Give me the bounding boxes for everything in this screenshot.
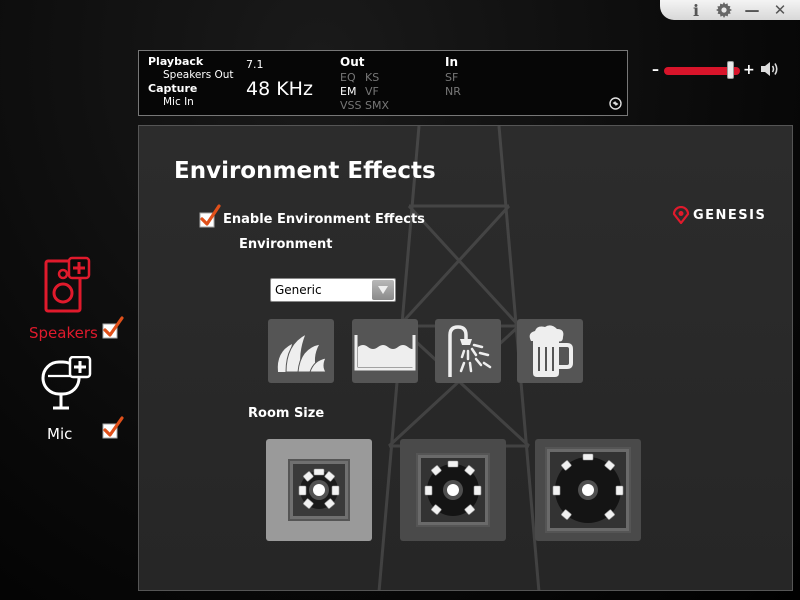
room-size-small-button[interactable] (266, 439, 372, 541)
gear-icon (716, 2, 732, 18)
capture-device: Mic In (163, 96, 194, 108)
channels-value: 7.1 (246, 58, 264, 71)
room-small-icon (288, 459, 350, 521)
water-icon (354, 335, 416, 371)
preset-opera-house-button[interactable] (268, 319, 334, 383)
speaker-volume-icon[interactable] (760, 60, 780, 78)
shower-icon (448, 325, 492, 377)
environment-select[interactable]: Generic (270, 278, 396, 302)
environment-select-value: Generic (275, 283, 322, 297)
room-large-icon (545, 447, 631, 533)
chevron-down-icon[interactable] (372, 280, 394, 300)
out-flag-vss: VSS (340, 99, 362, 112)
in-flag-sf: SF (445, 71, 459, 84)
room-size-large-button[interactable] (535, 439, 641, 541)
sidebar-mic-label: Mic (47, 425, 73, 443)
playback-device: Speakers Out (163, 69, 234, 81)
main-panel: Environment Effects Enable Environment E… (138, 125, 793, 591)
sidebar-speakers-label: Speakers (29, 324, 98, 342)
preset-water-button[interactable] (352, 319, 418, 383)
app-window: i — ✕ Playback Speakers Out Capture Mic … (0, 0, 800, 600)
volume-up-label[interactable]: + (743, 62, 755, 78)
preset-beer-mug-button[interactable] (517, 319, 583, 383)
settings-button[interactable] (713, 1, 735, 19)
room-size-medium-button[interactable] (400, 439, 506, 541)
out-header: Out (340, 55, 365, 69)
brand-logo: GENESIS (672, 206, 766, 224)
out-flag-eq: EQ (340, 71, 356, 84)
capture-label: Capture (148, 82, 198, 95)
volume-down-label[interactable]: – (652, 62, 659, 78)
minimize-icon: — (744, 1, 760, 19)
in-header: In (445, 55, 459, 69)
close-button[interactable]: ✕ (769, 1, 791, 19)
volume-slider-handle[interactable] (727, 61, 734, 79)
environment-label: Environment (239, 237, 333, 252)
opera-house-icon (277, 332, 327, 373)
close-icon: ✕ (773, 1, 787, 19)
sample-rate-value: 48 KHz (246, 78, 313, 100)
out-flag-em: EM (340, 85, 357, 98)
out-flag-smx: SMX (365, 99, 390, 112)
mic-checkbox[interactable] (102, 416, 124, 440)
out-flag-vf: VF (365, 85, 379, 98)
page-title: Environment Effects (174, 158, 436, 184)
speaker-device-icon (44, 256, 91, 313)
speakers-checkbox[interactable] (102, 316, 124, 340)
in-flag-nr: NR (445, 85, 461, 98)
out-flag-ks: KS (365, 71, 380, 84)
beer-mug-icon (529, 325, 573, 377)
status-panel: Playback Speakers Out Capture Mic In 7.1… (138, 50, 628, 116)
minimize-button[interactable]: — (741, 1, 763, 19)
brand-name: GENESIS (693, 207, 767, 223)
window-controls: i — ✕ (660, 0, 800, 20)
room-medium-icon (416, 453, 490, 527)
genesis-logo-icon (672, 206, 690, 224)
playback-label: Playback (148, 55, 204, 68)
info-button[interactable]: i (685, 0, 707, 20)
room-size-label: Room Size (248, 406, 325, 421)
info-icon: i (692, 0, 700, 20)
enable-effects-checkbox[interactable] (199, 204, 221, 230)
enable-effects-label: Enable Environment Effects (223, 212, 425, 227)
microphone-icon (41, 356, 92, 410)
sync-icon[interactable] (609, 97, 622, 110)
preset-shower-button[interactable] (435, 319, 501, 383)
